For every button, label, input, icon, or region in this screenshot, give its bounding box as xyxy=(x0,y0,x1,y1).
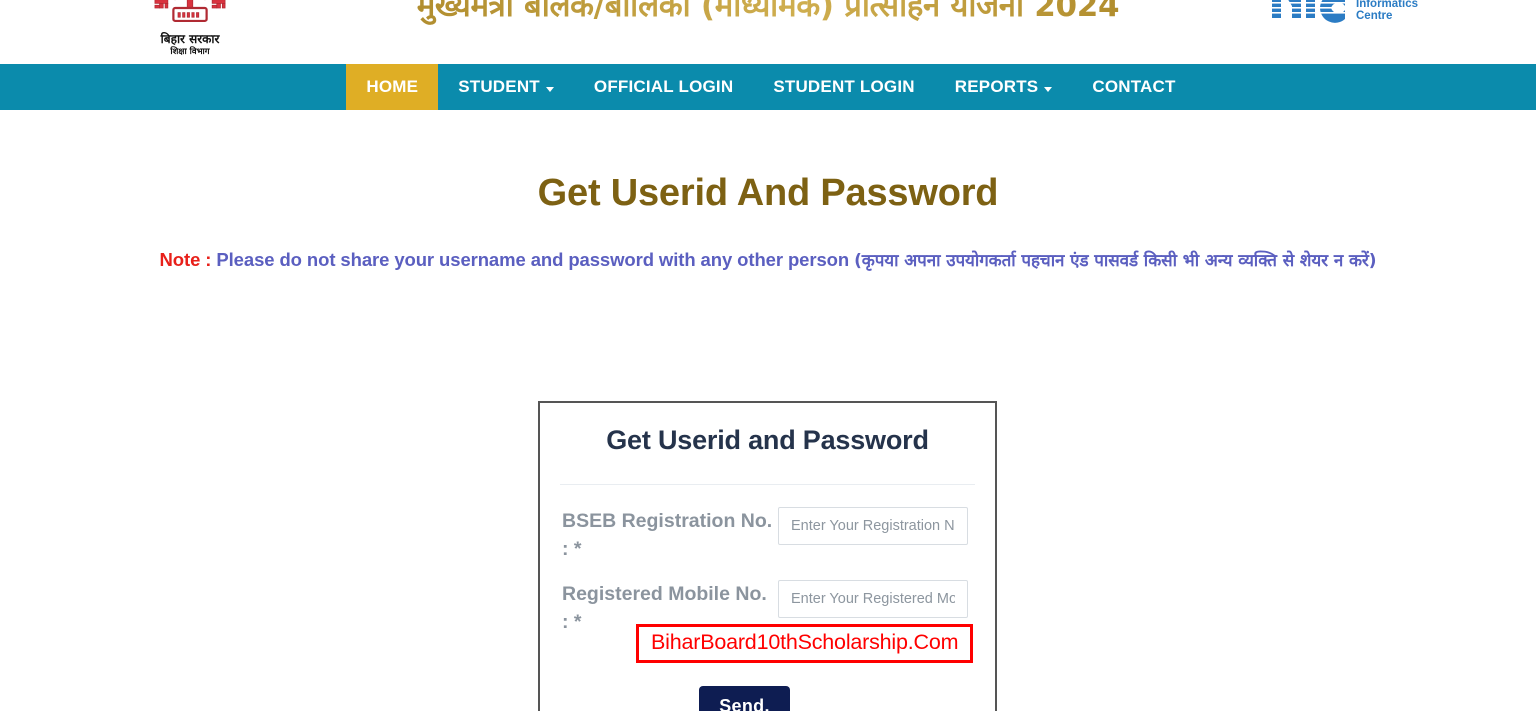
nav-item-label: OFFICIAL LOGIN xyxy=(593,77,734,96)
nav-item-label: STUDENT LOGIN xyxy=(773,77,915,96)
nav-item-home[interactable]: HOME xyxy=(346,64,439,110)
site-watermark: BiharBoard10thScholarship.Com xyxy=(636,624,974,663)
main-navigation: HOME STUDENT OFFICIAL LOGIN STUDENT LOGI… xyxy=(0,64,1536,112)
page-title: Get Userid And Password xyxy=(537,172,999,214)
send-button-container: Send. xyxy=(540,686,995,711)
chevron-down-icon xyxy=(1044,86,1053,92)
nav-item-student[interactable]: STUDENT xyxy=(438,64,574,110)
logo-department-name: शिक्षा विभाग xyxy=(170,46,210,57)
nav-item-contact[interactable]: CONTACT xyxy=(1072,64,1195,110)
nav-item-label: REPORTS xyxy=(954,77,1039,96)
svg-text:Informatics: Informatics xyxy=(1356,0,1418,10)
send-button[interactable]: Send. xyxy=(699,686,790,711)
nav-item-label: HOME xyxy=(366,77,419,96)
registration-no-input[interactable] xyxy=(778,507,968,545)
nic-logo-icon: National Informatics Centre xyxy=(1270,0,1418,23)
security-note: Note : Please do not share your username… xyxy=(0,215,1536,271)
nav-item-label: CONTACT xyxy=(1092,77,1176,96)
nav-items-container: HOME STUDENT OFFICIAL LOGIN STUDENT LOGI… xyxy=(346,64,1195,110)
nav-item-label: STUDENT xyxy=(458,77,540,96)
nav-item-student-login[interactable]: STUDENT LOGIN xyxy=(753,64,934,110)
note-hindi-text: (कृपया अपना उपयोगकर्ता पहचान एंड पासवर्ड… xyxy=(854,251,1377,271)
nav-item-official-login[interactable]: OFFICIAL LOGIN xyxy=(574,64,753,110)
get-credentials-card: Get Userid and Password BSEB Registratio… xyxy=(538,401,997,711)
site-header: बिहार सरकार शिक्षा विभाग मुख्यमंत्री बाल… xyxy=(0,0,1536,64)
nav-item-reports[interactable]: REPORTS xyxy=(935,64,1073,110)
form-row-registration: BSEB Registration No. : * xyxy=(540,507,995,564)
logo-state-name: बिहार सरकार xyxy=(160,32,220,46)
note-label: Note : xyxy=(159,249,217,270)
card-title: Get Userid and Password xyxy=(606,425,929,455)
registered-mobile-no-input[interactable] xyxy=(778,579,968,618)
registration-no-label: BSEB Registration No. : * xyxy=(562,510,773,561)
card-divider xyxy=(560,484,975,485)
note-english-text: Please do not share your username and pa… xyxy=(216,249,855,270)
main-content: Get Userid And Password Note : Please do… xyxy=(0,112,1536,711)
svg-text:Centre: Centre xyxy=(1356,10,1392,22)
chevron-down-icon xyxy=(545,86,554,92)
